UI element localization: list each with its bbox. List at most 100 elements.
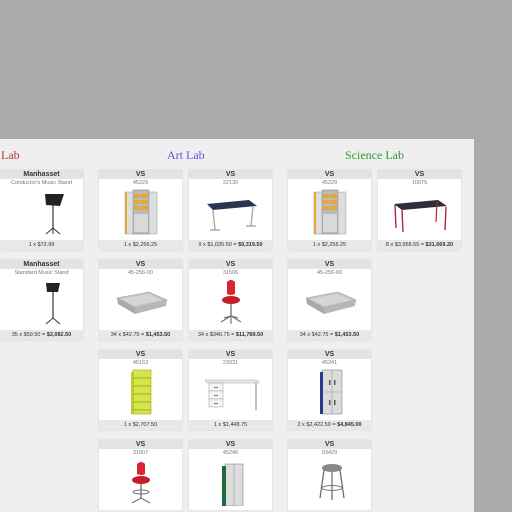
product-brand: VS [99, 170, 182, 179]
product-card[interactable]: VS 10075 8 x $3,958.65 = $31,669.20 [378, 170, 461, 250]
product-price: 35 x $59.50 = $2,082.50 [0, 330, 83, 340]
price-total: $31,669.20 [425, 242, 454, 248]
tall-cabinet-icon [221, 463, 243, 506]
product-code: 31506 [222, 270, 239, 276]
product-brand: VS [288, 440, 371, 449]
price-quantity: 2 x $2,422.50 = [297, 422, 338, 428]
product-card[interactable]: VS 03429 [288, 440, 371, 512]
product-code: 45229 [321, 180, 338, 186]
price-total: $9,319.50 [238, 242, 263, 248]
product-price: 1 x $72.99 [0, 240, 83, 250]
price-total: $11,789.50 [235, 332, 264, 338]
stool-icon [318, 464, 345, 500]
product-card[interactable]: VS 22130 9 x $1,035.50 = $9,319.50 [189, 170, 272, 250]
shelving-icon [130, 369, 151, 415]
product-card[interactable]: Manhasset Standard Music Stand 35 x $59.… [0, 260, 83, 340]
product-brand: VS [378, 170, 461, 179]
section-title-science: Science Lab [345, 148, 404, 162]
product-code: 22130 [222, 180, 239, 186]
product-card[interactable]: VS 23031 1 x $1,448.75 [189, 350, 272, 430]
product-card[interactable]: VS 31507 [99, 440, 182, 512]
product-price: 34 x $346.75 = $11,789.50 [189, 330, 272, 340]
product-image [189, 457, 272, 507]
product-code: 23031 [222, 360, 239, 366]
product-card[interactable]: VS 45241 2 x $2,422.50 = $4,845.00 [288, 350, 371, 430]
price-quantity: 8 x $3,958.65 = [385, 242, 426, 248]
product-brand: VS [99, 350, 182, 359]
product-code: 45246 [222, 450, 239, 456]
price-quantity: 34 x $42.75 = [110, 332, 146, 338]
price-quantity: 9 x $1,035.50 = [198, 242, 239, 248]
product-image [99, 187, 182, 237]
product-brand: VS [189, 440, 272, 449]
product-brand: VS [288, 260, 371, 269]
product-code: 45-256-00 [316, 270, 343, 276]
locker-cabinet-icon [319, 369, 342, 415]
desk-icon [203, 379, 260, 410]
price-total: $4,845.00 [337, 422, 362, 428]
product-price: 9 x $1,035.50 = $9,319.50 [189, 240, 272, 250]
product-image [189, 277, 272, 327]
price-quantity: 34 x $346.75 = [197, 332, 236, 338]
product-code: 45229 [132, 180, 149, 186]
lab-table-icon [393, 200, 447, 233]
product-code: 45-256-00 [127, 270, 154, 276]
product-code: 03429 [321, 450, 338, 456]
product-brand: VS [189, 170, 272, 179]
product-brand: VS [99, 440, 182, 449]
product-code: 10075 [411, 180, 428, 186]
price-quantity: 34 x $42.75 = [299, 332, 335, 338]
product-card[interactable]: VS 31506 34 x $346.75 = $11,789.50 [189, 260, 272, 340]
price-quantity: 1 x $2,256.25 [312, 242, 347, 248]
section-title-left: Lab [1, 148, 20, 162]
product-price: 1 x $2,256.25 [288, 240, 371, 250]
product-image [288, 367, 371, 417]
product-code: 31507 [132, 450, 149, 456]
product-brand: VS [189, 260, 272, 269]
product-price: 1 x $2,256.25 [99, 240, 182, 250]
price-quantity: 35 x $59.50 = [11, 332, 47, 338]
product-price: 34 x $42.75 = $1,453.50 [99, 330, 182, 340]
product-card[interactable]: Manhasset Conductor's Music Stand 1 x $7… [0, 170, 83, 250]
storage-cabinet-icon [124, 189, 157, 235]
price-total: $1,453.50 [334, 332, 360, 338]
chair-icon [220, 280, 241, 324]
price-quantity: 1 x $72.99 [28, 242, 55, 248]
price-quantity: 1 x $1,448.75 [213, 422, 248, 428]
price-quantity: 1 x $2,256.25 [123, 242, 158, 248]
product-code: Standard Music Stand [14, 270, 69, 276]
product-image [189, 367, 272, 417]
product-brand: VS [99, 260, 182, 269]
product-card[interactable]: VS 45-256-00 34 x $42.75 = $1,453.50 [99, 260, 182, 340]
product-price: 8 x $3,958.65 = $31,669.20 [378, 240, 461, 250]
product-image [99, 367, 182, 417]
product-code: 45163 [132, 360, 149, 366]
tray-icon [304, 291, 357, 314]
product-image [99, 457, 182, 507]
product-brand: Manhasset [0, 170, 83, 179]
product-brand: VS [288, 170, 371, 179]
storage-cabinet-icon [313, 189, 346, 235]
price-total: $2,082.50 [46, 332, 72, 338]
product-card[interactable]: VS 45229 1 x $2,256.25 [288, 170, 371, 250]
product-price: 2 x $2,422.50 = $4,845.00 [288, 420, 371, 430]
product-image [0, 187, 83, 237]
price-quantity: 1 x $2,707.50 [123, 422, 158, 428]
product-card[interactable]: VS 45246 [189, 440, 272, 512]
product-price: 1 x $2,707.50 [99, 420, 182, 430]
tray-icon [115, 291, 168, 314]
product-card[interactable]: VS 45-256-00 34 x $42.75 = $1,453.50 [288, 260, 371, 340]
product-card[interactable]: VS 45229 1 x $2,256.25 [99, 170, 182, 250]
music-stand-icon [45, 283, 60, 325]
product-image [0, 277, 83, 327]
price-total: $1,453.50 [145, 332, 171, 338]
section-title-art: Art Lab [167, 148, 205, 162]
product-code: Conductor's Music Stand [11, 180, 72, 186]
product-image [288, 457, 371, 507]
product-image [378, 187, 461, 237]
product-card[interactable]: VS 45163 1 x $2,707.50 [99, 350, 182, 430]
product-price: 1 x $1,448.75 [189, 420, 272, 430]
product-brand: Manhasset [0, 260, 83, 269]
product-panel: Lab Art Lab Science Lab Manhasset Conduc… [0, 139, 474, 512]
product-price: 34 x $42.75 = $1,453.50 [288, 330, 371, 340]
